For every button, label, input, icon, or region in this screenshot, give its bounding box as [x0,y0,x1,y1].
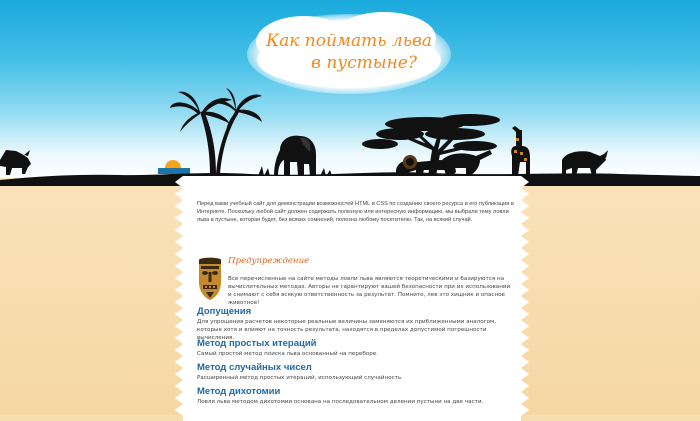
warning-text: Все перечисленные на сайте методы ловли … [228,276,511,306]
header-cloud: Как поймать льва в пустыне? [244,8,454,96]
section-simple-iterations: Метод простых итераций Самый простой мет… [197,338,517,358]
section-heading[interactable]: Допущения [197,306,517,317]
section-text: Ловля льва методом дихотомии основана на… [197,399,484,405]
warning-block: Предупреждение Все перечисленные на сайт… [197,256,517,306]
rhino-left-icon [0,150,31,175]
rhino-right-icon [562,150,608,176]
palm-trees-icon [170,88,262,174]
savanna-silhouette [0,88,700,186]
elephant-icon [274,135,316,176]
section-heading[interactable]: Метод дихотомии [197,386,517,397]
section-random-numbers: Метод случайных чисел Расширенный метод … [197,362,517,382]
section-dichotomy: Метод дихотомии Ловля льва методом дихот… [197,386,517,406]
site-title-line2: в пустыне? [311,53,417,73]
section-heading[interactable]: Метод случайных чисел [197,362,517,373]
section-heading[interactable]: Метод простых итераций [197,338,517,349]
section-text: Самый простой метод поиска льва основанн… [197,351,378,357]
site-title-line1: Как поймать льва [265,31,433,51]
giraffe-icon [511,126,530,176]
intro-text: Перед вами учебный сайт для демонстрации… [197,201,514,223]
site-title: Как поймать льва в пустыне? [244,30,454,74]
section-text: Расширенный метод простых итераций, испо… [197,375,403,381]
intro-block: Перед вами учебный сайт для демонстрации… [197,200,517,224]
section-assumptions: Допущения Для упрощения расчетов некотор… [197,306,517,342]
warning-title: Предупреждение [228,256,310,266]
african-mask-icon [199,257,221,300]
